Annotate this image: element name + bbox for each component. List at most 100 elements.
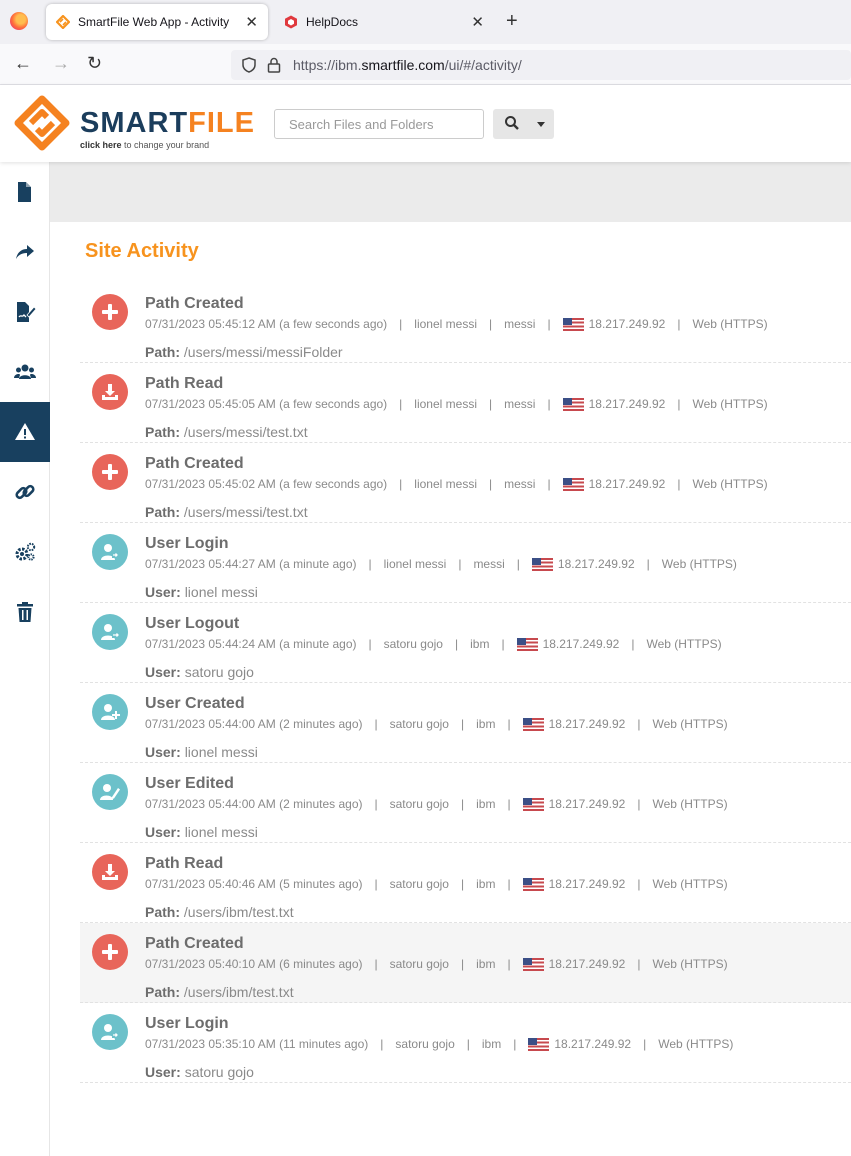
share-icon <box>16 245 34 259</box>
sidebar-item-activity[interactable] <box>0 402 50 462</box>
activity-ip: 18.217.249.92 <box>548 797 626 811</box>
helpdocs-favicon <box>285 15 297 29</box>
user-edit-icon <box>92 774 128 810</box>
activity-detail-value: /users/messi/test.txt <box>183 504 308 520</box>
activity-datetime: 07/31/2023 05:44:24 AM (a minute ago) <box>145 637 357 651</box>
us-flag-icon <box>522 957 544 971</box>
activity-meta: 07/31/2023 05:35:10 AM (11 minutes ago) |… <box>145 1037 733 1051</box>
lock-icon[interactable] <box>267 57 281 73</box>
logo-wordmark[interactable]: SMARTFILE <box>80 107 255 140</box>
separator: | <box>399 317 403 331</box>
search-button[interactable] <box>493 109 554 139</box>
smartfile-logo-icon[interactable] <box>14 95 70 151</box>
activity-method: Web (HTTPS) <box>646 637 722 651</box>
tab-helpdocs[interactable]: HelpDocs ✕ <box>274 4 494 40</box>
user-logout-icon <box>92 614 128 650</box>
activity-type: User Login <box>145 535 229 552</box>
page-title: Site Activity <box>85 240 199 262</box>
activity-method: Web (HTTPS) <box>658 1037 734 1051</box>
activity-user: satoru gojo <box>389 797 449 811</box>
sidebar-item-links[interactable] <box>0 462 50 522</box>
activity-meta: 07/31/2023 05:40:10 AM (6 minutes ago) | s… <box>145 957 728 971</box>
separator: | <box>374 877 378 891</box>
activity-meta: 07/31/2023 05:44:27 AM (a minute ago) | li… <box>145 557 737 571</box>
activity-method: Web (HTTPS) <box>652 797 728 811</box>
sidebar-item-users[interactable] <box>0 342 50 402</box>
tab-smartfile[interactable]: SmartFile Web App - Activity ✕ <box>46 4 268 40</box>
separator: | <box>489 477 493 491</box>
activity-method: Web (HTTPS) <box>692 477 768 491</box>
activity-detail-value: lionel messi <box>184 584 258 600</box>
activity-user: satoru gojo <box>395 1037 455 1051</box>
sidebar-item-files[interactable] <box>0 162 50 222</box>
activity-account: ibm <box>476 797 496 811</box>
activity-ip: 18.217.249.92 <box>542 637 620 651</box>
separator: | <box>489 317 493 331</box>
separator: | <box>466 1037 470 1051</box>
activity-datetime: 07/31/2023 05:44:00 AM (2 minutes ago) <box>145 717 363 731</box>
activity-datetime: 07/31/2023 05:44:00 AM (2 minutes ago) <box>145 797 363 811</box>
separator: | <box>374 957 378 971</box>
browser-nav-bar: ← → ↻ https://ibm.smartfile.com/ui/#/act… <box>0 44 851 85</box>
us-flag-icon <box>562 477 584 491</box>
trash-icon <box>17 602 33 622</box>
activity-detail: User: lionel messi <box>145 824 258 840</box>
separator: | <box>516 557 520 571</box>
tab-title: HelpDocs <box>306 15 359 29</box>
activity-detail-value: satoru gojo <box>184 1064 254 1080</box>
activity-detail: User: lionel messi <box>145 744 258 760</box>
activity-detail-value: lionel messi <box>184 744 258 760</box>
activity-datetime: 07/31/2023 05:45:12 AM (a few seconds ag… <box>145 317 388 331</box>
us-flag-icon <box>562 397 584 411</box>
sidebar-item-settings[interactable] <box>0 522 50 582</box>
us-flag-icon <box>531 557 553 571</box>
separator: | <box>547 317 551 331</box>
activity-detail: Path: /users/ibm/test.txt <box>145 904 294 920</box>
activity-user: satoru gojo <box>389 957 449 971</box>
close-icon[interactable]: ✕ <box>471 13 484 31</box>
activity-detail: User: lionel messi <box>145 584 258 600</box>
activity-ip: 18.217.249.92 <box>557 557 635 571</box>
new-tab-icon[interactable]: + <box>506 10 518 33</box>
activity-user: lionel messi <box>414 397 477 411</box>
sidebar-item-trash[interactable] <box>0 582 50 642</box>
separator: | <box>374 797 378 811</box>
activity-datetime: 07/31/2023 05:35:10 AM (11 minutes ago) <box>145 1037 369 1051</box>
separator: | <box>460 797 465 811</box>
activity-item: User Login 07/31/2023 05:35:10 AM (11 min… <box>80 1003 851 1083</box>
back-icon[interactable]: ← <box>14 53 32 74</box>
activity-detail-label: User: <box>145 584 181 600</box>
sidebar <box>0 162 50 1156</box>
chevron-down-icon[interactable] <box>537 122 545 127</box>
activity-detail-value: /users/messi/test.txt <box>183 424 308 440</box>
reload-icon[interactable]: ↻ <box>87 53 102 74</box>
plus-icon <box>92 934 128 970</box>
search-input[interactable] <box>274 109 484 139</box>
shield-icon[interactable] <box>241 57 257 73</box>
activity-item: Path Created 07/31/2023 05:45:12 AM (a fe… <box>80 283 851 363</box>
sidebar-item-shares[interactable] <box>0 222 50 282</box>
user-add-icon <box>92 694 128 730</box>
activity-ip: 18.217.249.92 <box>548 877 626 891</box>
change-brand-link[interactable]: click here to change your brand <box>80 140 209 150</box>
activity-detail: Path: /users/ibm/test.txt <box>145 984 294 1000</box>
activity-item: Path Created 07/31/2023 05:45:02 AM (a fe… <box>80 443 851 523</box>
close-icon[interactable]: ✕ <box>245 13 258 31</box>
activity-detail: Path: /users/messi/test.txt <box>145 504 308 520</box>
main-top-band <box>50 162 851 222</box>
url-bar[interactable]: https://ibm.smartfile.com/ui/#/activity/ <box>231 50 851 80</box>
separator: | <box>399 477 403 491</box>
url-text[interactable]: https://ibm.smartfile.com/ui/#/activity/ <box>293 57 522 73</box>
download-icon <box>92 374 128 410</box>
user-login-icon <box>92 1014 128 1050</box>
activity-account: ibm <box>470 637 490 651</box>
activity-item: User Edited 07/31/2023 05:44:00 AM (2 min… <box>80 763 851 843</box>
activity-account: messi <box>473 557 505 571</box>
separator: | <box>458 557 462 571</box>
forward-icon[interactable]: → <box>52 53 70 74</box>
firefox-icon[interactable] <box>10 12 28 30</box>
activity-ip: 18.217.249.92 <box>588 397 666 411</box>
sidebar-item-signatures[interactable] <box>0 282 50 342</box>
activity-detail: Path: /users/messi/test.txt <box>145 424 308 440</box>
activity-user: lionel messi <box>414 477 477 491</box>
